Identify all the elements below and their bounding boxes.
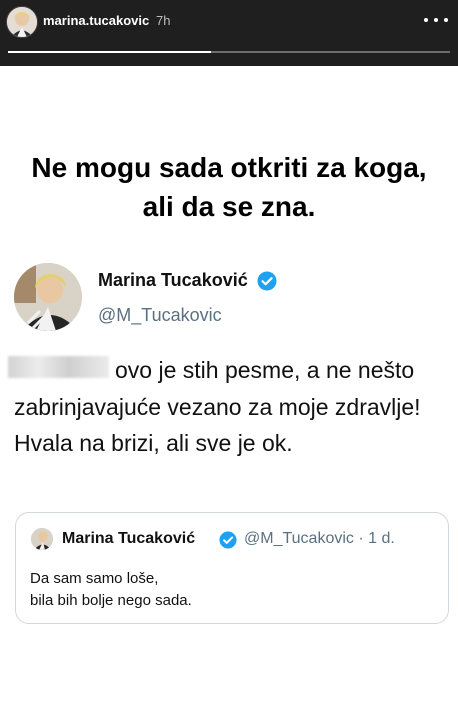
- more-options-icon[interactable]: [424, 10, 448, 30]
- quoted-verified-badge-icon: [219, 531, 237, 549]
- story-progress-fill: [8, 51, 212, 53]
- story-timestamp: 7h: [156, 13, 171, 28]
- quoted-tweet-line: bila bih bolje nego sada.: [30, 592, 192, 609]
- story-headline: Ne mogu sada otkriti za koga, ali da se …: [31, 152, 427, 222]
- story-username[interactable]: marina.tucakovic: [43, 13, 149, 28]
- quoted-tweet-card[interactable]: Marina Tucaković @M_Tucakovic · 1 d. Da …: [15, 512, 449, 624]
- tweet-avatar[interactable]: [14, 263, 82, 331]
- tweet-author-name[interactable]: Marina Tucaković: [98, 270, 248, 291]
- quoted-tweet-text: Da sam samo loše, bila bih bolje nego sa…: [30, 568, 192, 612]
- tweet-text: ovo je stih pesme, a ne nešto zabrinjava…: [14, 357, 421, 456]
- tweet-author-handle[interactable]: @M_Tucakovic: [98, 305, 222, 326]
- quoted-tweet-handle-time: @M_Tucakovic · 1 d.: [244, 530, 395, 547]
- story-avatar[interactable]: [6, 6, 38, 38]
- quoted-tweet-author-name: Marina Tucaković: [62, 530, 196, 547]
- story-header: marina.tucakovic 7h: [0, 0, 458, 66]
- quoted-tweet-avatar: [31, 528, 53, 550]
- quoted-tweet-line: Da sam samo loše,: [30, 570, 159, 587]
- story-progress-bar: [8, 51, 450, 53]
- verified-badge-icon: [257, 271, 277, 291]
